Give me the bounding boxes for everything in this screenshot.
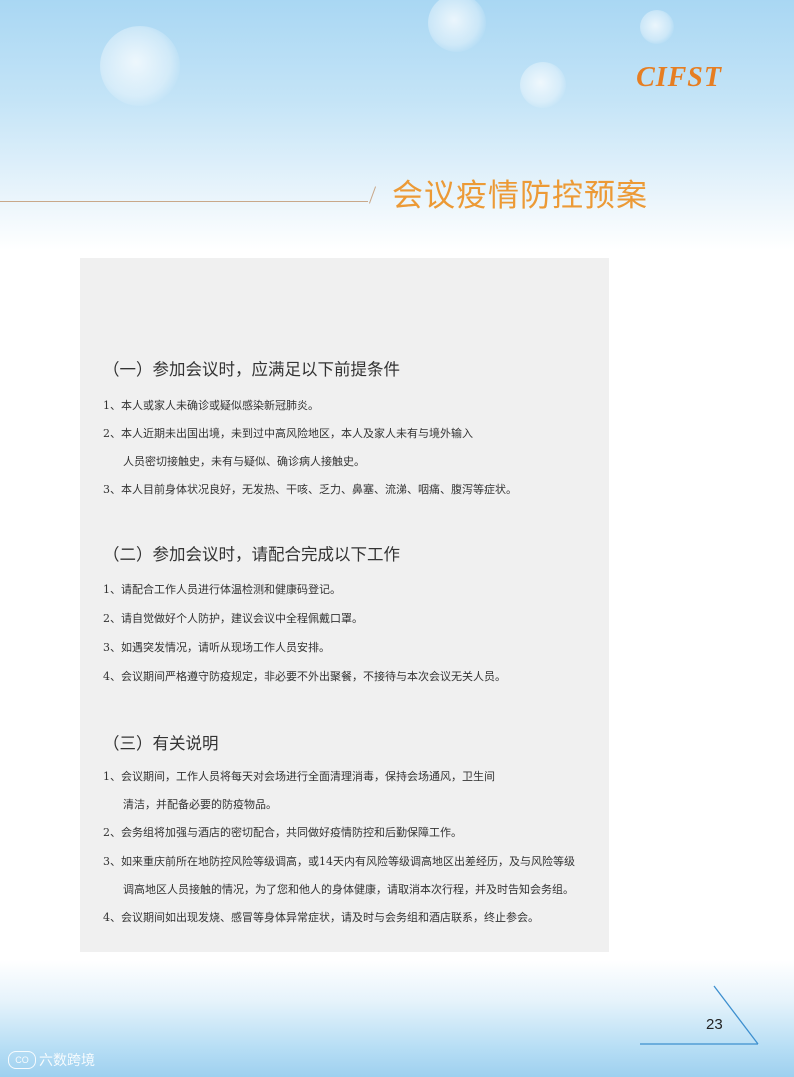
section-heading-2: （二）参加会议时，请配合完成以下工作 — [103, 545, 400, 564]
page-number: 23 — [706, 1016, 723, 1033]
section-3-item: 2、会务组将加强与酒店的密切配合，共同做好疫情防控和后勤保障工作。 — [103, 826, 462, 839]
section-1-item: 1、本人或家人未确诊或疑似感染新冠肺炎。 — [103, 399, 319, 412]
section-3-item-continuation: 清洁，并配备必要的防疫物品。 — [123, 798, 277, 811]
section-3-item: 4、会议期间如出现发烧、感冒等身体异常症状，请及时与会务组和酒店联系，终止参会。 — [103, 911, 539, 924]
decor-bubble — [640, 10, 674, 44]
decor-bubble — [520, 62, 566, 108]
decor-bubble — [100, 26, 180, 106]
section-2-item: 2、请自觉做好个人防护，建议会议中全程佩戴口罩。 — [103, 612, 363, 625]
page-title: 会议疫情防控预案 — [392, 178, 648, 214]
section-3-item: 1、会议期间，工作人员将每天对会场进行全面清理消毒，保持会场通风，卫生间 — [103, 770, 495, 783]
section-1-item: 3、本人目前身体状况良好，无发热、干咳、乏力、鼻塞、流涕、咽痛、腹泻等症状。 — [103, 483, 517, 496]
cifst-logo: CIFST — [636, 62, 722, 93]
section-2-item: 1、请配合工作人员进行体温检测和健康码登记。 — [103, 583, 341, 596]
section-3-item: 3、如来重庆前所在地防控风险等级调高，或14天内有风险等级调高地区出差经历，及与… — [103, 855, 575, 868]
section-heading-1: （一）参加会议时，应满足以下前提条件 — [103, 360, 400, 379]
section-1-item: 2、本人近期未出国出境，未到过中高风险地区，本人及家人未有与境外输入 — [103, 427, 473, 440]
watermark-text: 六数跨境 — [39, 1053, 95, 1069]
section-2-item: 3、如遇突发情况，请听从现场工作人员安排。 — [103, 641, 330, 654]
watermark: CO 六数跨境 — [8, 1050, 95, 1070]
watermark-logo-icon: CO — [8, 1051, 36, 1069]
section-heading-3: （三）有关说明 — [103, 734, 219, 753]
section-2-item: 4、会议期间严格遵守防疫规定，非必要不外出聚餐，不接待与本次会议无关人员。 — [103, 670, 506, 683]
title-rule — [0, 201, 368, 202]
corner-triangle-decor — [640, 985, 759, 1045]
section-1-item-continuation: 人员密切接触史，未有与疑似、确诊病人接触史。 — [123, 455, 365, 468]
section-3-item-continuation: 调高地区人员接触的情况，为了您和他人的身体健康，请取消本次行程，并及时告知会务组… — [123, 883, 574, 896]
